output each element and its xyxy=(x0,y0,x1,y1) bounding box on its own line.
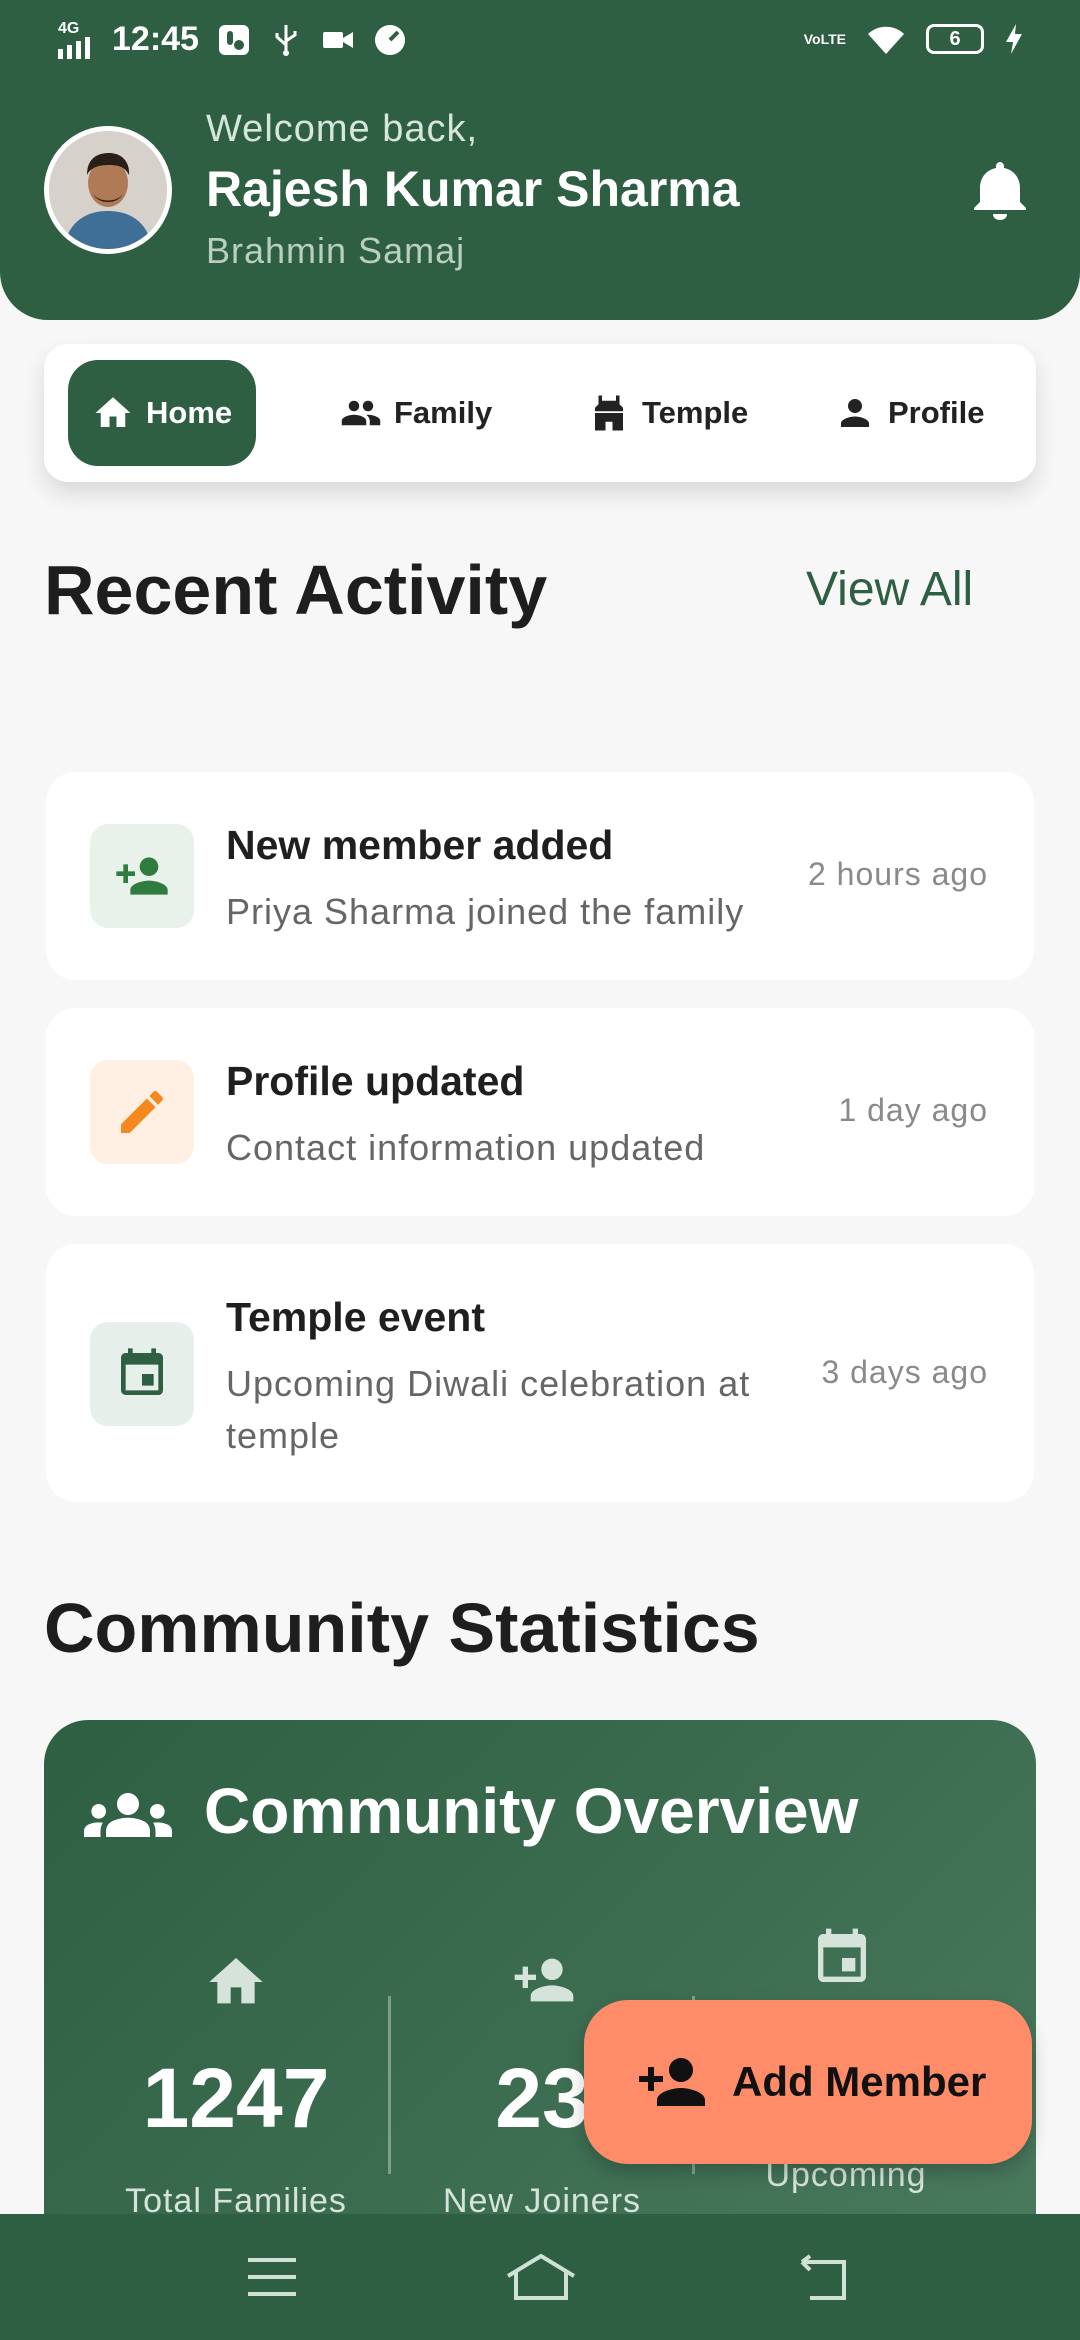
activity-description: Upcoming Diwali celebration at temple xyxy=(226,1363,751,1456)
community-name: Brahmin Samaj xyxy=(206,230,466,271)
network-type: 4G xyxy=(58,19,80,37)
home-icon xyxy=(209,1958,263,2004)
speedometer-icon xyxy=(374,24,405,55)
back-icon[interactable] xyxy=(794,2252,854,2302)
signal-icon xyxy=(58,36,90,59)
view-all-link[interactable]: View All xyxy=(806,562,973,617)
add-member-label: Add Member xyxy=(732,2058,987,2105)
tab-temple-label: Temple xyxy=(642,395,749,430)
clock: 12:45 xyxy=(112,20,199,58)
activity-description: Priya Sharma joined the family xyxy=(226,891,745,932)
home-icon xyxy=(95,397,131,427)
menu-icon[interactable] xyxy=(244,2252,300,2302)
bell-icon[interactable] xyxy=(970,158,1030,222)
activity-item[interactable]: Temple event Upcoming Diwali celebration… xyxy=(46,1244,1034,1502)
volte-indicator: VoLTE xyxy=(803,31,846,47)
activity-icon-wrap xyxy=(90,824,194,928)
tab-temple[interactable]: Temple xyxy=(588,360,748,466)
community-statistics-title: Community Statistics xyxy=(44,1589,760,1667)
tab-home-label: Home xyxy=(146,395,233,430)
usb-icon xyxy=(275,24,297,56)
app-notification-icon xyxy=(218,24,249,55)
activity-icon-wrap xyxy=(90,1322,194,1426)
home-nav-icon[interactable] xyxy=(504,2252,578,2302)
person-add-icon xyxy=(116,857,168,895)
status-bar: 4G 12:45 VoLTE 6 xyxy=(0,0,1080,84)
tab-profile[interactable]: Profile xyxy=(834,360,984,466)
activity-time: 3 days ago xyxy=(821,1354,988,1390)
edit-icon xyxy=(121,1090,164,1133)
groups-icon xyxy=(84,1793,172,1837)
activity-title: Temple event xyxy=(226,1294,485,1340)
system-navigation-bar xyxy=(0,2214,1080,2340)
tab-profile-label: Profile xyxy=(888,395,985,430)
person-icon xyxy=(841,399,869,427)
person-add-icon xyxy=(639,2058,705,2106)
welcome-text: Welcome back, xyxy=(206,108,479,150)
recent-activity-title: Recent Activity xyxy=(44,551,548,629)
activity-title: Profile updated xyxy=(226,1058,525,1104)
activity-time: 1 day ago xyxy=(838,1092,988,1128)
tab-family[interactable]: Family xyxy=(340,360,492,466)
video-icon xyxy=(322,31,353,48)
calendar-icon xyxy=(121,1348,163,1395)
activity-item[interactable]: New member added Priya Sharma joined the… xyxy=(46,772,1034,980)
overview-title: Community Overview xyxy=(204,1775,859,1847)
signal-indicator: 4G xyxy=(58,19,94,59)
temple-icon xyxy=(595,395,623,431)
stat-total-families-value: 1247 xyxy=(142,2051,330,2145)
user-photo xyxy=(49,131,167,249)
person-add-icon xyxy=(514,1958,574,2002)
calendar-icon xyxy=(818,1928,866,1982)
activity-title: New member added xyxy=(226,822,614,868)
app-header: 4G 12:45 VoLTE 6 Welcome back, Rajesh Ku… xyxy=(0,0,1080,320)
activity-item[interactable]: Profile updated Contact information upda… xyxy=(46,1008,1034,1216)
activity-icon-wrap xyxy=(90,1060,194,1164)
top-navigation: Home Family Temple Profile xyxy=(44,344,1036,482)
group-icon xyxy=(341,400,381,426)
activity-time: 2 hours ago xyxy=(807,856,988,892)
tab-home[interactable]: Home xyxy=(68,360,257,466)
add-member-button[interactable]: Add Member xyxy=(584,2000,1032,2164)
stat-divider xyxy=(388,1996,391,2174)
battery-indicator: 6 xyxy=(926,24,984,54)
avatar[interactable] xyxy=(44,126,172,254)
user-name: Rajesh Kumar Sharma xyxy=(206,161,740,217)
charging-icon xyxy=(1006,24,1022,54)
tab-family-label: Family xyxy=(394,395,493,430)
activity-description: Contact information updated xyxy=(226,1127,706,1168)
wifi-icon xyxy=(868,26,904,54)
